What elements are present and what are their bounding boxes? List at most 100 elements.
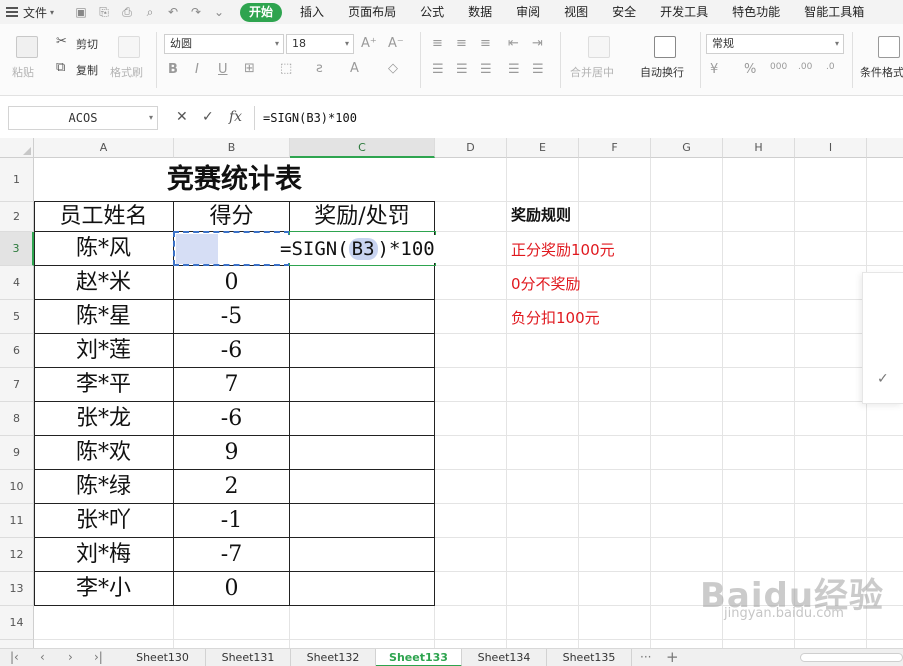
column-header-g[interactable]: G <box>651 138 723 158</box>
sheet-tab[interactable]: Sheet131 <box>206 649 291 666</box>
align-center-icon[interactable]: ☰ <box>456 62 468 77</box>
row-header-1[interactable]: 1 <box>0 158 34 202</box>
distribute-icon[interactable]: ☰ <box>532 62 544 77</box>
row-header-5[interactable]: 5 <box>0 300 34 334</box>
sheet-tab[interactable]: Sheet130 <box>120 649 206 666</box>
check-icon[interactable]: ✓ <box>877 371 889 387</box>
editor-cell-reference[interactable]: B3 <box>348 238 378 260</box>
referenced-cell-b3[interactable] <box>173 231 290 266</box>
eraser-icon[interactable]: ◇ <box>388 61 398 76</box>
wrap-text-icon[interactable] <box>654 36 676 58</box>
more-sheets-button[interactable]: ··· <box>640 649 651 666</box>
column-header-a[interactable]: A <box>34 138 174 158</box>
score-cell[interactable]: -5 <box>174 300 289 333</box>
customize-icon[interactable]: ⌄ <box>212 5 226 19</box>
tab-data[interactable]: 数据 <box>456 0 504 24</box>
cut-button[interactable]: 剪切 <box>76 36 98 52</box>
paste-button[interactable]: 粘贴 <box>12 64 34 80</box>
column-header-d[interactable]: D <box>435 138 507 158</box>
font-name-select[interactable]: 幼圆 ▾ <box>164 34 284 54</box>
tab-formulas[interactable]: 公式 <box>408 0 456 24</box>
score-cell[interactable]: 7 <box>174 368 289 401</box>
side-panel[interactable]: ✓ <box>862 272 903 404</box>
prev-sheet-icon[interactable]: ‹ <box>40 649 45 666</box>
fill-color-icon[interactable]: ⬚ <box>280 61 292 76</box>
name-cell[interactable]: 李*小 <box>34 572 173 605</box>
percent-icon[interactable]: % <box>744 62 756 77</box>
column-header-c[interactable]: C <box>290 138 435 158</box>
indent-increase-icon[interactable]: ⇥ <box>532 36 543 51</box>
row-header-2[interactable]: 2 <box>0 202 34 232</box>
cell-editor[interactable]: =SIGN(B3)*100 <box>280 235 437 263</box>
align-bottom-icon[interactable]: ≡ <box>480 36 491 51</box>
column-header-e[interactable]: E <box>507 138 579 158</box>
column-header-b[interactable]: B <box>174 138 290 158</box>
font-grow-icon[interactable]: A⁺ <box>361 36 377 51</box>
row-header-8[interactable]: 8 <box>0 402 34 436</box>
name-box[interactable]: ACOS ▾ <box>8 106 158 130</box>
select-all-corner[interactable] <box>0 138 34 158</box>
horizontal-scrollbar[interactable] <box>800 653 903 662</box>
sheet-tab[interactable]: Sheet135 <box>547 649 632 666</box>
merge-center-icon[interactable] <box>588 36 610 58</box>
name-cell[interactable]: 刘*梅 <box>34 538 173 571</box>
undo-icon[interactable]: ↶ <box>166 5 180 19</box>
file-menu[interactable]: 文件 ▾ <box>0 0 60 24</box>
row-header-10[interactable]: 10 <box>0 470 34 504</box>
name-cell[interactable]: 陈*绿 <box>34 470 173 503</box>
formula-input[interactable]: =SIGN(B3)*100 <box>254 106 903 130</box>
increase-decimal-icon[interactable]: .00 <box>798 62 812 72</box>
name-cell[interactable]: 陈*风 <box>34 232 173 265</box>
tab-home[interactable]: 开始 <box>240 2 283 22</box>
tab-view[interactable]: 视图 <box>552 0 600 24</box>
number-format-select[interactable]: 常规 ▾ <box>706 34 844 54</box>
tab-insert[interactable]: 插入 <box>288 0 336 24</box>
sheet-tab[interactable]: Sheet134 <box>462 649 547 666</box>
tab-security[interactable]: 安全 <box>600 0 648 24</box>
row-header-3[interactable]: 3 <box>0 232 34 266</box>
format-painter-icon[interactable] <box>118 36 140 58</box>
redo-icon[interactable]: ↷ <box>189 5 203 19</box>
font-size-select[interactable]: 18 ▾ <box>286 34 354 54</box>
row-header-11[interactable]: 11 <box>0 504 34 538</box>
add-sheet-button[interactable]: + <box>666 649 679 666</box>
name-cell[interactable]: 张*龙 <box>34 402 173 435</box>
row-header-15[interactable] <box>0 640 34 648</box>
wrap-text-button[interactable]: 自动换行 <box>640 64 684 80</box>
score-cell[interactable]: -6 <box>174 334 289 367</box>
row-header-4[interactable]: 4 <box>0 266 34 300</box>
first-sheet-icon[interactable]: |‹ <box>10 649 19 666</box>
italic-icon[interactable]: I <box>195 62 199 77</box>
align-left-icon[interactable]: ☰ <box>432 62 444 77</box>
name-cell[interactable]: 刘*莲 <box>34 334 173 367</box>
print-preview-icon[interactable]: ⌕ <box>143 5 157 19</box>
tab-developer[interactable]: 开发工具 <box>648 0 720 24</box>
row-header-14[interactable]: 14 <box>0 606 34 640</box>
row-header-6[interactable]: 6 <box>0 334 34 368</box>
row-header-9[interactable]: 9 <box>0 436 34 470</box>
header-cell-score[interactable]: 得分 <box>174 202 289 231</box>
score-cell[interactable]: -7 <box>174 538 289 571</box>
copy-button[interactable]: 复制 <box>76 62 98 78</box>
column-header-i[interactable]: I <box>795 138 867 158</box>
score-cell[interactable]: -1 <box>174 504 289 537</box>
sheet-tab-active[interactable]: Sheet133 <box>376 649 462 666</box>
export-icon[interactable]: ⎘ <box>97 5 111 19</box>
score-cell[interactable]: 9 <box>174 436 289 469</box>
font-shrink-icon[interactable]: A⁻ <box>388 36 404 51</box>
last-sheet-icon[interactable]: ›| <box>94 649 103 666</box>
score-cell[interactable]: 0 <box>174 572 289 605</box>
thousands-separator-icon[interactable]: 000 <box>770 62 787 72</box>
paste-icon[interactable] <box>16 36 38 58</box>
name-cell[interactable]: 张*吖 <box>34 504 173 537</box>
format-painter-button[interactable]: 格式刷 <box>110 64 143 80</box>
conditional-format-icon[interactable] <box>878 36 900 58</box>
name-cell[interactable]: 赵*米 <box>34 266 173 299</box>
bold-icon[interactable]: B <box>168 62 178 77</box>
next-sheet-icon[interactable]: › <box>68 649 73 666</box>
name-cell[interactable]: 李*平 <box>34 368 173 401</box>
name-cell[interactable]: 陈*欢 <box>34 436 173 469</box>
underline-icon[interactable]: U <box>218 62 228 77</box>
merge-center-button[interactable]: 合并居中 <box>570 64 614 80</box>
font-color-icon[interactable]: ƨ <box>316 61 323 76</box>
